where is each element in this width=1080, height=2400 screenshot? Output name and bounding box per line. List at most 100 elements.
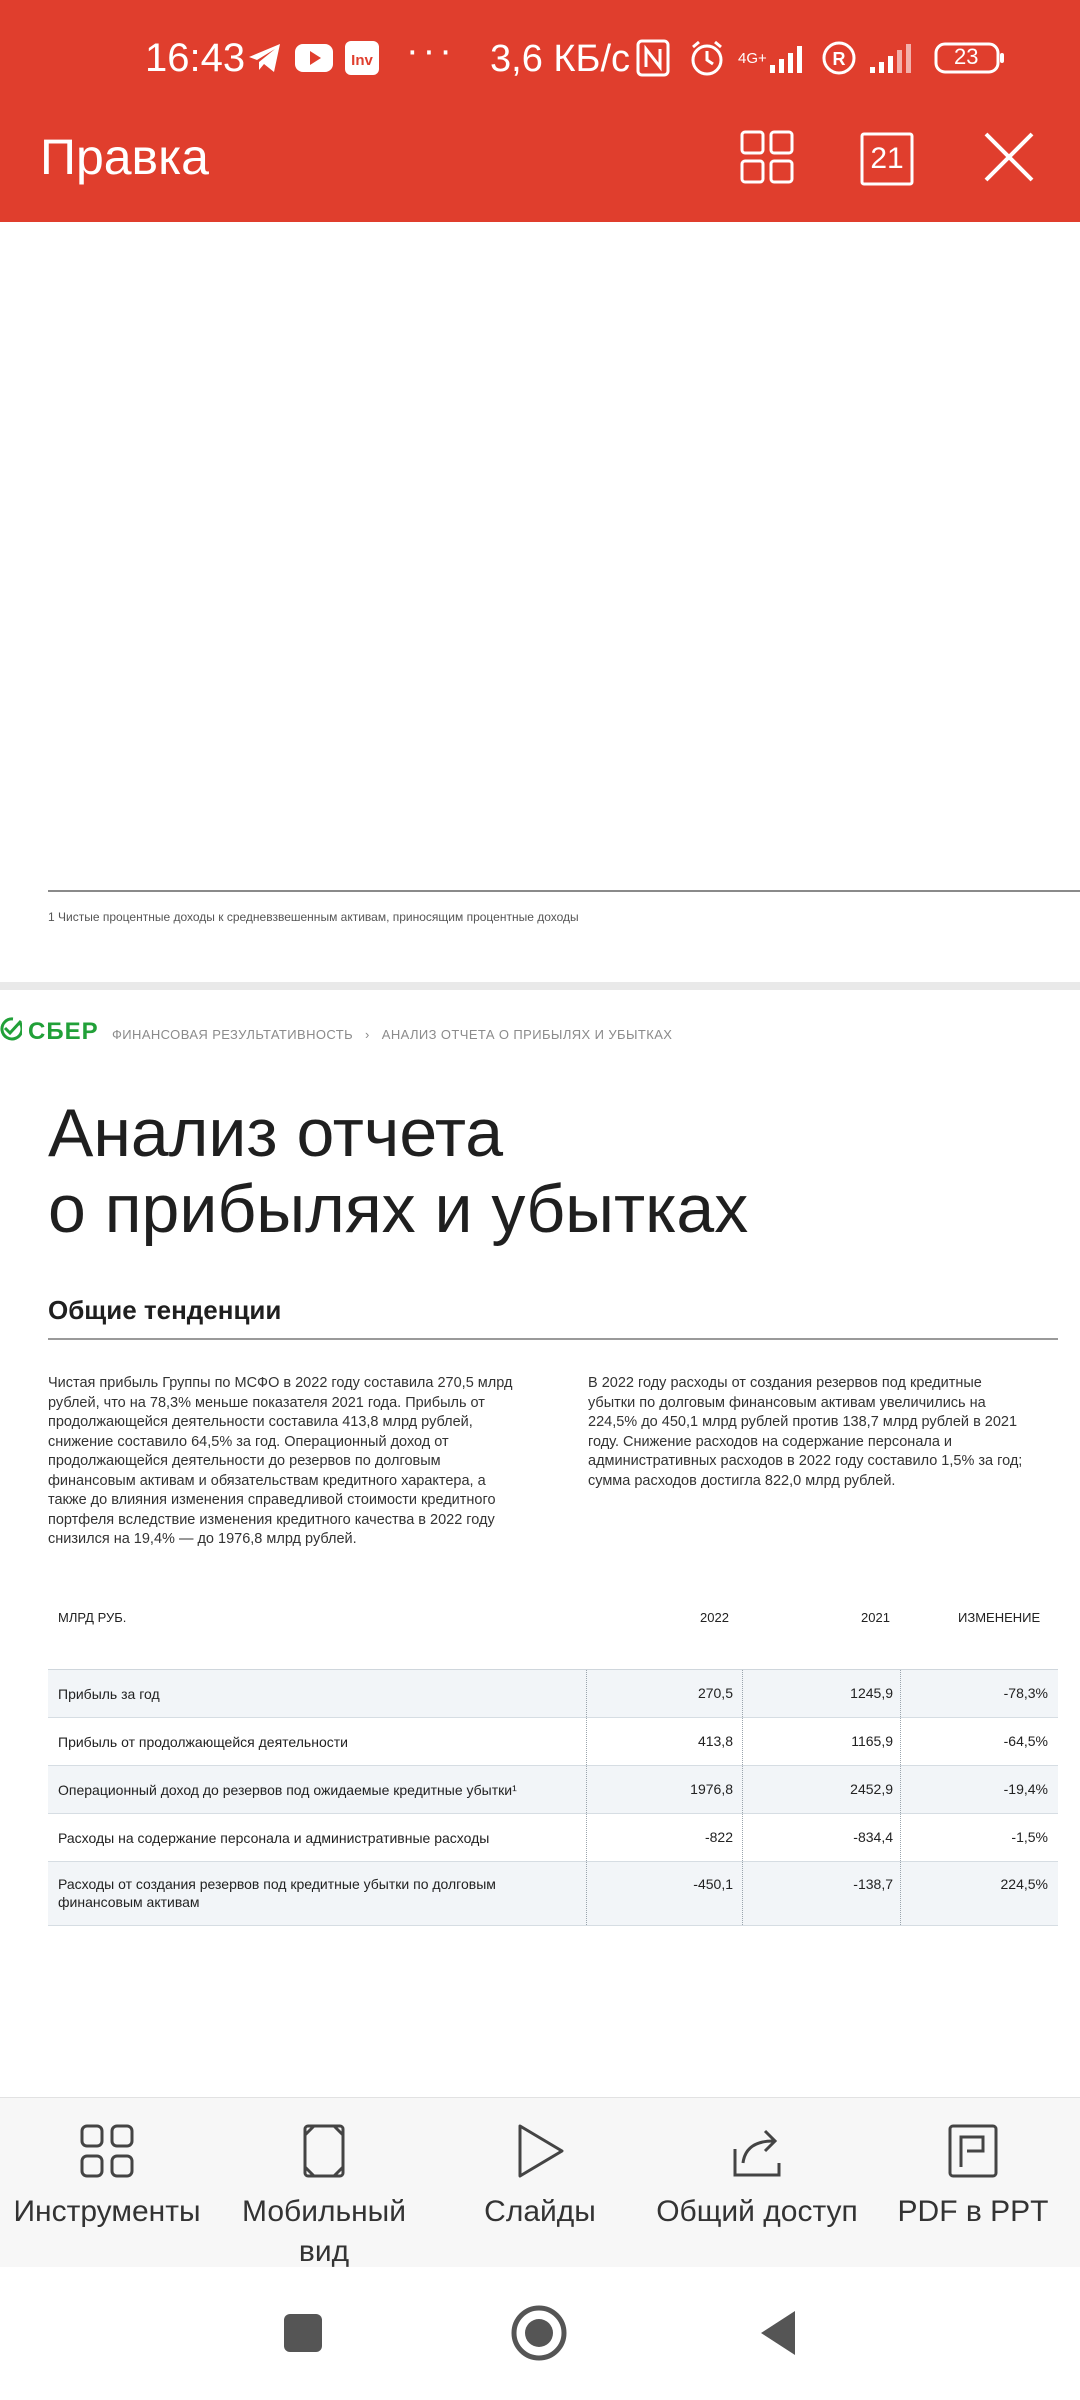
column-divider: [586, 1670, 587, 1717]
mobile-view-label: Мобильный вид: [242, 2195, 406, 2268]
paragraph-left: Чистая прибыль Группы по МСФО в 2022 год…: [48, 1375, 513, 1547]
page-count-button[interactable]: 21: [852, 124, 922, 194]
slides-label: Слайды: [484, 2195, 596, 2228]
cell-change: 224,5%: [1000, 1876, 1048, 1892]
breadcrumb-section[interactable]: ФИНАНСОВАЯ РЕЗУЛЬТАТИВНОСТЬ: [112, 1027, 353, 1042]
recent-apps-button[interactable]: [273, 2305, 333, 2365]
column-divider: [586, 1862, 587, 1925]
back-triangle-icon: [757, 2309, 799, 2362]
battery-icon: 23: [934, 38, 1006, 78]
column-divider: [586, 1718, 587, 1765]
row-label: Прибыль от продолжающейся деятельности: [58, 1734, 348, 1750]
investing-icon: Inv: [344, 38, 380, 78]
footnote: 1 Чистые процентные доходы к средневзвеш…: [48, 910, 579, 924]
status-more: ···: [406, 30, 456, 72]
page-count: 21: [870, 142, 904, 175]
column-divider: [742, 1766, 743, 1813]
mobile-view-button[interactable]: Мобильный вид: [219, 2116, 429, 2272]
row-label: Расходы от создания резервов под кредитн…: [58, 1876, 496, 1910]
cell-change: -1,5%: [1011, 1829, 1048, 1845]
paragraph-right: В 2022 году расходы от создания резервов…: [588, 1375, 1023, 1489]
telegram-icon: [247, 38, 283, 78]
document-view[interactable]: 1 Чистые процентные доходы к средневзвеш…: [0, 222, 1080, 2097]
cell-2021: -138,7: [853, 1876, 893, 1892]
row-label: Операционный доход до резервов под ожида…: [58, 1782, 517, 1798]
home-circle-icon: [510, 2304, 568, 2367]
share-label: Общий доступ: [656, 2195, 858, 2228]
square-icon: [282, 2312, 324, 2359]
column-divider: [742, 1670, 743, 1717]
header-2022: 2022: [700, 1610, 729, 1625]
cell-change: -64,5%: [1003, 1733, 1048, 1749]
pdf-to-ppt-icon: [868, 2116, 1078, 2186]
network-type: 4G+: [738, 38, 767, 78]
status-time: 16:43: [145, 36, 246, 80]
sber-logo-text: СБЕР: [28, 1017, 99, 1045]
cell-change: -19,4%: [1003, 1781, 1048, 1797]
pdf-to-ppt-label: PDF в PPT: [897, 2195, 1049, 2228]
page-title-line1: Анализ отчета: [48, 1095, 504, 1171]
section-title: Общие тенденции: [48, 1295, 282, 1325]
breadcrumb-separator: ›: [365, 1027, 370, 1042]
status-bar: 16:43 Inv ··· 3,6 КБ/с 4G+ R 23: [0, 0, 1080, 120]
cell-2021: 2452,9: [850, 1781, 893, 1797]
page-title-line2: о прибылях и убытках: [48, 1171, 749, 1247]
svg-text:R: R: [833, 49, 846, 69]
header-2021: 2021: [861, 1610, 890, 1625]
sber-logo-icon: [0, 1016, 24, 1047]
cell-2022: 413,8: [697, 1733, 733, 1749]
play-icon: [435, 2116, 645, 2186]
header-unit: МЛРД РУБ.: [58, 1610, 127, 1625]
app-header: 16:43 Inv ··· 3,6 КБ/с 4G+ R 23 Правка 2…: [0, 0, 1080, 222]
youtube-icon: [294, 38, 334, 78]
grid-tools-icon: [2, 2116, 212, 2186]
home-button[interactable]: [509, 2305, 569, 2365]
column-divider: [900, 1862, 901, 1925]
cell-change: -78,3%: [1003, 1685, 1048, 1701]
table-row: Прибыль от продолжающейся деятельности 4…: [48, 1718, 1058, 1766]
share-button[interactable]: Общий доступ: [652, 2116, 862, 2232]
slides-button[interactable]: Слайды: [435, 2116, 645, 2232]
footnote-divider: [48, 890, 1080, 892]
column-divider: [742, 1718, 743, 1765]
page-title: Анализ отчета о прибылях и убытках: [48, 1095, 748, 1247]
row-label: Расходы на содержание персонала и админи…: [58, 1830, 490, 1846]
table-header: МЛРД РУБ. 2022 2021 ИЗМЕНЕНИЕ: [48, 1610, 1058, 1670]
section-divider: [48, 1338, 1058, 1340]
signal-icon-2: [868, 38, 918, 78]
tools-label: Инструменты: [13, 2195, 201, 2228]
pdf-to-ppt-button[interactable]: PDF в PPT: [868, 2116, 1078, 2232]
breadcrumb-page: АНАЛИЗ ОТЧЕТА О ПРИБЫЛЯХ И УБЫТКАХ: [381, 1027, 673, 1042]
column-divider: [900, 1766, 901, 1813]
nfc-icon: [636, 38, 670, 78]
table-row: Расходы на содержание персонала и админи…: [48, 1814, 1058, 1862]
table-row: Прибыль за год 270,5 1245,9 -78,3%: [48, 1670, 1058, 1718]
page-grid-button[interactable]: [732, 124, 802, 194]
cell-2022: -450,1: [693, 1876, 733, 1892]
mobile-view-icon: [219, 2116, 429, 2186]
breadcrumb: ФИНАНСОВАЯ РЕЗУЛЬТАТИВНОСТЬ › АНАЛИЗ ОТЧ…: [112, 1027, 672, 1042]
edit-title[interactable]: Правка: [40, 128, 209, 186]
roaming-icon: R: [820, 38, 858, 78]
column-divider: [742, 1862, 743, 1925]
cell-2022: 1976,8: [690, 1781, 733, 1797]
status-speed: 3,6 КБ/с: [490, 38, 631, 80]
grid-icon: [739, 129, 795, 190]
column-divider: [742, 1814, 743, 1861]
sber-logo: СБЕР: [0, 1016, 99, 1047]
alarm-icon: [688, 38, 726, 78]
header-change: ИЗМЕНЕНИЕ: [958, 1610, 1041, 1625]
cell-2022: -822: [704, 1829, 733, 1845]
svg-text:Inv: Inv: [351, 52, 373, 69]
table-row: Операционный доход до резервов под ожида…: [48, 1766, 1058, 1814]
system-navigation-bar: [0, 2267, 1080, 2400]
back-button[interactable]: [748, 2305, 808, 2365]
cell-2021: -834,4: [853, 1829, 893, 1845]
cell-2021: 1245,9: [850, 1685, 893, 1701]
row-label: Прибыль за год: [58, 1686, 160, 1702]
tools-button[interactable]: Инструменты: [2, 2116, 212, 2232]
battery-level: 23: [954, 44, 979, 69]
share-icon: [652, 2116, 862, 2186]
column-divider: [900, 1718, 901, 1765]
close-button[interactable]: [974, 124, 1044, 194]
